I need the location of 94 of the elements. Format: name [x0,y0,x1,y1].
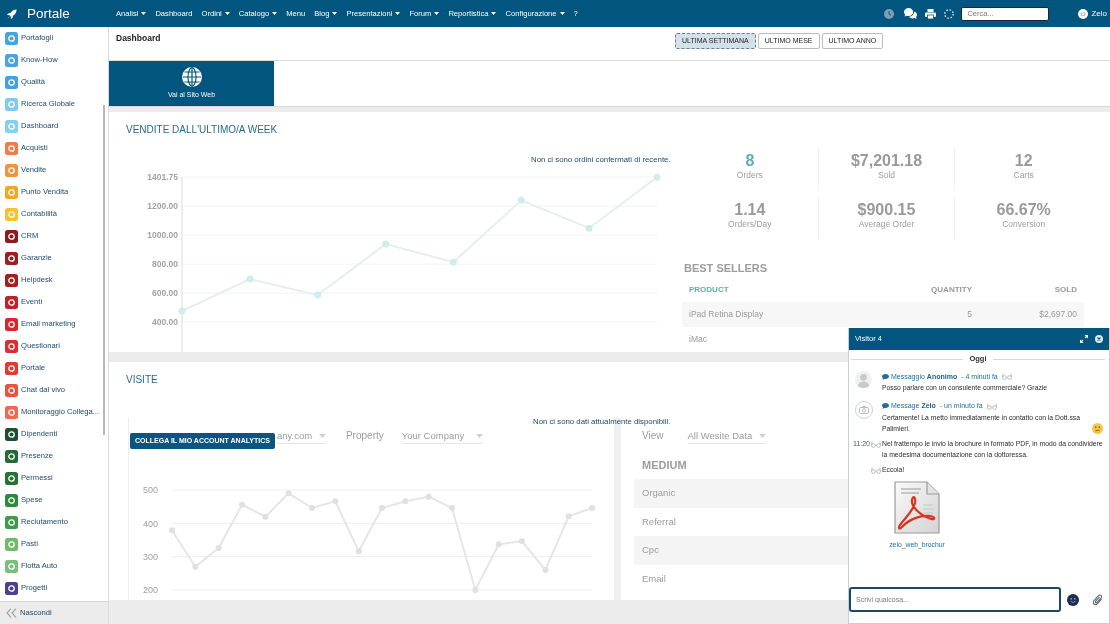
printer-icon[interactable] [925,8,937,19]
avatar-icon[interactable] [1078,8,1089,19]
data-point [472,587,479,593]
stat-label: Orders [736,170,763,181]
field-label: Property [345,429,384,443]
stat-label: Orders/Day [728,219,772,230]
data-point [178,307,186,315]
caret-icon [318,433,326,438]
axis-label: 400 [142,518,158,529]
chat-bubbles-icon[interactable] [904,8,918,19]
rocket-icon[interactable] [7,8,17,19]
table-cell: 5 [847,302,977,327]
data-point [262,513,269,520]
data-point [589,505,595,511]
axis-label: 600.00 [152,288,178,299]
glasses-icon [871,466,881,474]
column-header: SOLD [977,278,1084,302]
scrollbar-thumb[interactable] [103,105,105,435]
clock-icon[interactable] [884,8,895,19]
axis-label: 1200.00 [147,201,178,212]
axis-label: 300 [142,551,158,562]
data-point [379,505,385,511]
smiley-icon[interactable] [1067,594,1079,606]
stat-label: Sold [878,170,895,181]
user-menu-link[interactable]: Zelo [1091,8,1107,19]
table-cell: Cpc [634,536,848,565]
stat-value: 66.67% [996,201,1051,219]
column-header: QUANTITY [847,278,977,302]
data-point [425,493,432,500]
table-cell: Referral [634,507,848,536]
data-point [246,275,254,283]
column-header: PRODUCT [682,278,847,302]
stat-label: Average Order [858,219,915,230]
data-point [332,498,339,505]
axis-label: 800.00 [152,259,178,270]
data-point [309,505,315,511]
data-point [239,501,245,508]
section-title: MEDIUM [642,459,687,471]
data-point [653,173,661,181]
data-point [402,498,409,505]
field-label: View [642,429,664,443]
data-point [449,258,457,266]
table-cell: $2,697.00 [977,302,1084,327]
data-point [169,527,175,534]
data-point [192,563,199,570]
dotted-circle-icon[interactable] [944,8,955,19]
table-cell: Organic [634,479,848,508]
stat-value: 1.14 [734,201,766,219]
caret-icon [758,433,766,438]
page-title: Dashboard [116,33,161,44]
data-point [355,548,362,555]
data-point [495,541,502,548]
data-point [585,224,593,232]
double-chevron-icon [6,608,17,618]
table-cell: Email [634,564,848,593]
data-point [215,545,222,551]
data-point [517,196,525,204]
expand-icon[interactable] [1080,335,1088,343]
panel-title: VISITE [126,374,158,386]
data-point [519,538,525,545]
axis-label: 400.00 [152,317,178,328]
data-point [449,505,455,511]
pdf-file-icon[interactable] [893,481,941,535]
paperclip-icon[interactable] [1093,594,1103,606]
glasses-icon [1001,373,1012,380]
axis-label: 500 [142,486,158,496]
data-point [382,240,390,248]
data-point [285,490,292,497]
table-cell: iMac [682,327,847,352]
glasses-icon [871,440,881,448]
camera-avatar-icon [855,400,873,419]
axis-label: 1401.75 [147,172,178,183]
caret-icon [475,433,483,438]
speech-bubble-icon [882,403,889,409]
stat-label: Carts [1013,170,1034,181]
data-point [565,513,572,520]
glasses-icon [986,402,997,410]
axis-label: 200 [142,585,158,594]
stat-value: $7,201.18 [850,152,923,170]
data-point [314,291,322,299]
data-point [542,567,549,573]
panel-title: VENDITE DALL'ULTIMO/A WEEK [126,124,278,136]
stat-label: Conversion [1002,219,1046,230]
stat-value: 12 [1014,152,1033,170]
section-title: BEST SELLERS [683,261,768,275]
person-silhouette-icon [855,371,872,388]
close-icon[interactable] [1095,335,1103,343]
axis-label: 1000.00 [147,230,178,241]
table-cell: iPad Retina Display [682,302,847,327]
globe-icon [181,67,202,88]
stat-value: 8 [745,152,755,170]
speech-bubble-icon [882,373,889,380]
brand-link[interactable]: Portale [27,6,70,21]
stat-value: $900.15 [857,201,916,219]
